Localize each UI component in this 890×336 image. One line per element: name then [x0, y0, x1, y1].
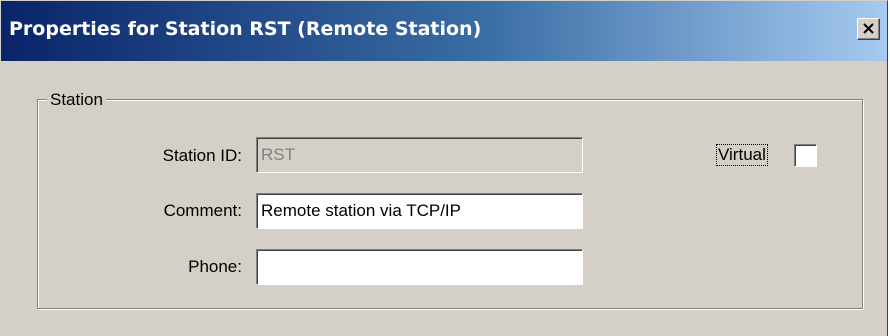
window-title: Properties for Station RST (Remote Stati… [9, 18, 482, 40]
title-bar: Properties for Station RST (Remote Stati… [1, 1, 887, 61]
station-group-legend: Station [47, 90, 106, 110]
comment-input[interactable] [256, 193, 583, 229]
close-button[interactable] [857, 18, 880, 40]
phone-label: Phone: [188, 257, 242, 276]
close-icon [863, 23, 874, 34]
virtual-checkbox[interactable] [794, 144, 817, 167]
properties-dialog: Properties for Station RST (Remote Stati… [0, 0, 888, 336]
station-id-label: Station ID: [162, 146, 242, 165]
phone-input[interactable] [256, 249, 583, 285]
virtual-label[interactable]: Virtual [716, 144, 768, 166]
comment-label: Comment: [163, 201, 242, 220]
station-id-field: RST [256, 137, 583, 173]
